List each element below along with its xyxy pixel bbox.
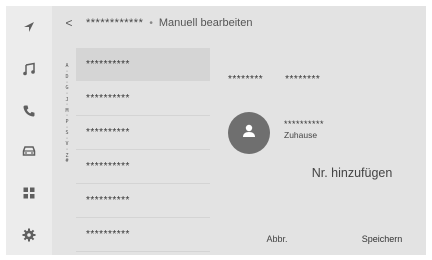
sidebar <box>6 6 52 255</box>
back-icon: < <box>65 16 73 30</box>
contact-list-item[interactable]: ********** <box>76 82 210 116</box>
nav-settings-button[interactable] <box>6 216 52 254</box>
contact-list-item-label: ********** <box>86 127 130 138</box>
contact-list: ********** ********** ********** *******… <box>76 48 212 255</box>
cancel-button[interactable]: Abbr. <box>242 224 312 254</box>
nav-apps-button[interactable] <box>6 174 52 212</box>
apps-grid-icon <box>23 187 35 199</box>
alphabet-index-bar[interactable]: A · D · G · J · M · P · S · V · Z # <box>62 63 72 204</box>
nav-phone-button[interactable] <box>6 92 52 130</box>
contact-list-item[interactable]: ********** <box>76 184 210 218</box>
nav-vehicle-button[interactable] <box>6 132 52 170</box>
car-icon <box>22 145 36 157</box>
contact-detail-panel: ******** ******** ********** Zuhause Nr.… <box>212 48 426 255</box>
music-note-icon <box>22 62 36 76</box>
save-button[interactable]: Speichern <box>342 224 422 254</box>
contact-list-item-label: ********** <box>86 93 130 104</box>
index-letter: # <box>65 158 69 165</box>
contact-list-item-selected[interactable]: ********** <box>76 48 210 81</box>
phone-number-row: ******** ******** <box>228 74 342 85</box>
avatar <box>228 112 270 154</box>
contact-type-label: Zuhause <box>284 130 318 140</box>
breadcrumb-contact-name: ************ <box>86 17 144 29</box>
phone-number-1[interactable]: ******** <box>228 74 263 85</box>
contact-list-item-label: ********** <box>86 195 130 206</box>
gear-icon <box>22 228 36 242</box>
add-number-button[interactable]: Nr. hinzufügen <box>282 152 422 194</box>
back-button[interactable]: < <box>52 6 86 40</box>
page-title: Manuell bearbeiten <box>158 17 253 29</box>
nav-navigation-button[interactable] <box>6 8 52 46</box>
contact-list-item-label: ********** <box>86 59 130 70</box>
contact-list-item[interactable]: ********** <box>76 150 210 184</box>
breadcrumb-separator: • <box>149 17 153 29</box>
contact-name: ********** <box>284 119 325 129</box>
phone-number-2[interactable]: ******** <box>285 74 320 85</box>
header: < ************ • Manuell bearbeiten <box>52 6 426 40</box>
navigation-arrow-icon <box>22 20 36 34</box>
phone-icon <box>22 104 36 118</box>
person-icon <box>241 123 257 144</box>
contact-list-item[interactable]: ********** <box>76 116 210 150</box>
nav-media-button[interactable] <box>6 50 52 88</box>
contact-list-item-label: ********** <box>86 161 130 172</box>
contact-list-item-label: ********** <box>86 229 130 240</box>
contact-list-item[interactable]: ********** <box>76 218 210 252</box>
screen: < ************ • Manuell bearbeiten A · … <box>6 6 426 255</box>
